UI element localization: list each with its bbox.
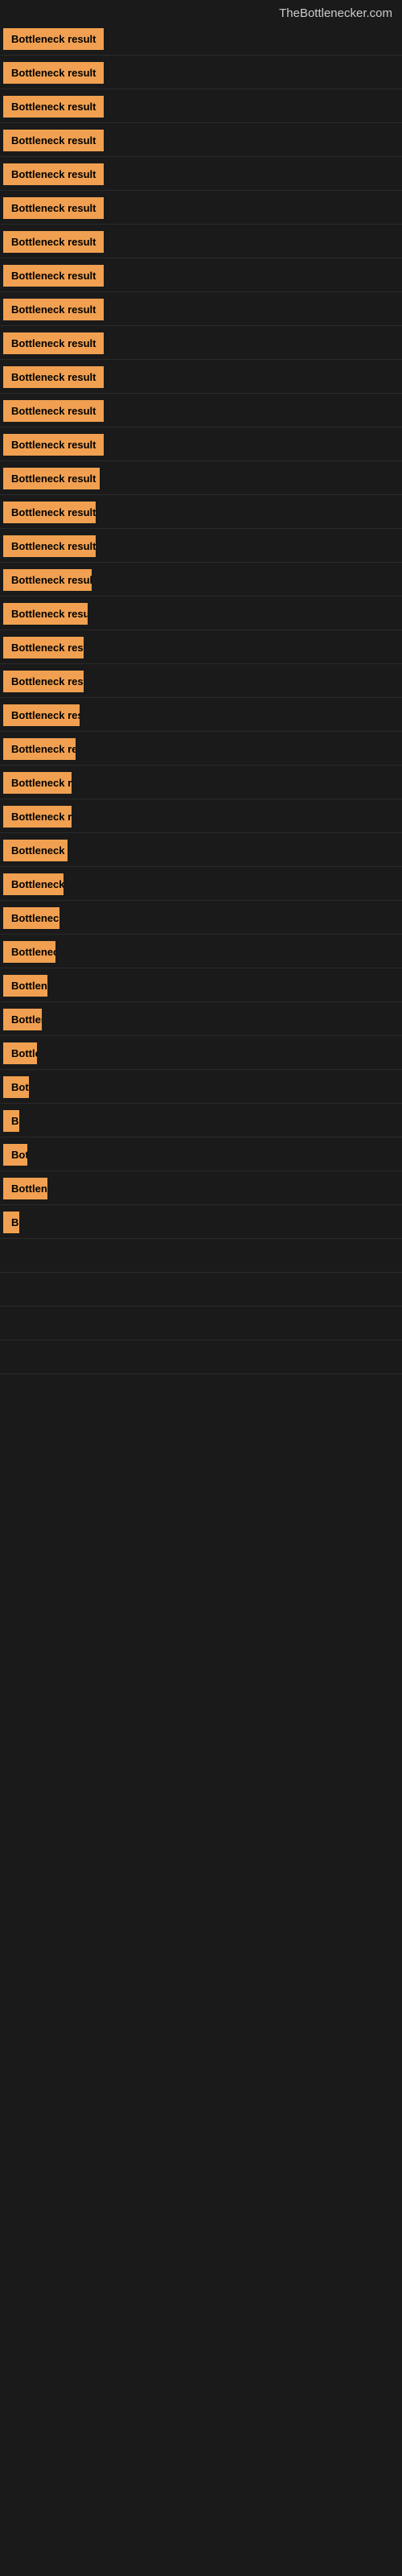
list-item: Bottleneck result: [0, 767, 402, 799]
bottleneck-result-badge[interactable]: Bottleneck result: [3, 840, 68, 861]
list-item: Bottleneck result: [0, 395, 402, 427]
list-item: Bottleneck result: [0, 1105, 402, 1137]
bottleneck-result-badge[interactable]: Bottleneck result: [3, 704, 80, 726]
bottleneck-result-badge[interactable]: Bottleneck result: [3, 637, 84, 658]
list-item: [0, 1308, 402, 1340]
list-item: Bottleneck result: [0, 733, 402, 766]
list-item: Bottleneck result: [0, 226, 402, 258]
list-item: Bottleneck result: [0, 159, 402, 191]
bottleneck-result-badge[interactable]: Bottleneck result: [3, 1042, 37, 1064]
list-item: Bottleneck result: [0, 125, 402, 157]
bottleneck-result-badge[interactable]: Bottleneck result: [3, 62, 104, 84]
bottleneck-result-badge[interactable]: Bottleneck result: [3, 231, 104, 253]
list-item: Bottleneck result: [0, 666, 402, 698]
bottleneck-result-badge[interactable]: Bottleneck result: [3, 163, 104, 185]
list-item: Bottleneck result: [0, 57, 402, 89]
list-item: Bottleneck result: [0, 632, 402, 664]
list-item: Bottleneck result: [0, 91, 402, 123]
list-item: Bottleneck result: [0, 869, 402, 901]
bottleneck-result-badge[interactable]: Bottleneck result: [3, 535, 96, 557]
bottleneck-result-badge[interactable]: Bottleneck result: [3, 941, 55, 963]
bottleneck-result-badge[interactable]: Bottleneck result: [3, 265, 104, 287]
bottleneck-result-badge[interactable]: Bottleneck result: [3, 1212, 19, 1233]
list-item: Bottleneck result: [0, 260, 402, 292]
bottleneck-result-badge[interactable]: Bottleneck result: [3, 975, 47, 997]
list-item: Bottleneck result: [0, 1071, 402, 1104]
list-item: Bottleneck result: [0, 1139, 402, 1171]
bottleneck-result-badge[interactable]: Bottleneck result: [3, 603, 88, 625]
list-item: Bottleneck result: [0, 801, 402, 833]
list-item: Bottleneck result: [0, 564, 402, 597]
list-item: [0, 1241, 402, 1273]
list-item: Bottleneck result: [0, 902, 402, 935]
bottleneck-result-badge[interactable]: Bottleneck result: [3, 1009, 42, 1030]
list-item: Bottleneck result: [0, 700, 402, 732]
list-item: [0, 1342, 402, 1374]
bottleneck-result-badge[interactable]: Bottleneck result: [3, 569, 92, 591]
bottleneck-result-badge[interactable]: Bottleneck result: [3, 366, 104, 388]
list-item: Bottleneck result: [0, 294, 402, 326]
bottleneck-result-badge[interactable]: Bottleneck result: [3, 400, 104, 422]
list-item: Bottleneck result: [0, 530, 402, 563]
bottleneck-result-badge[interactable]: Bottleneck result: [3, 434, 104, 456]
list-item: Bottleneck result: [0, 429, 402, 461]
list-item: Bottleneck result: [0, 1173, 402, 1205]
bottleneck-result-badge[interactable]: Bottleneck result: [3, 1144, 27, 1166]
list-item: Bottleneck result: [0, 1038, 402, 1070]
bottleneck-result-badge[interactable]: Bottleneck result: [3, 1076, 29, 1098]
list-item: Bottleneck result: [0, 463, 402, 495]
bottleneck-result-badge[interactable]: Bottleneck result: [3, 468, 100, 489]
list-item: Bottleneck result: [0, 361, 402, 394]
bottleneck-result-badge[interactable]: Bottleneck result: [3, 96, 104, 118]
bottleneck-result-badge[interactable]: Bottleneck result: [3, 806, 72, 828]
list-item: Bottleneck result: [0, 23, 402, 56]
bottleneck-result-badge[interactable]: Bottleneck result: [3, 1110, 19, 1132]
bottleneck-result-badge[interactable]: Bottleneck result: [3, 332, 104, 354]
bottleneck-result-badge[interactable]: Bottleneck result: [3, 28, 104, 50]
list-item: Bottleneck result: [0, 835, 402, 867]
bottleneck-result-badge[interactable]: Bottleneck result: [3, 197, 104, 219]
list-item: Bottleneck result: [0, 1004, 402, 1036]
list-item: [0, 1274, 402, 1307]
bottleneck-result-badge[interactable]: Bottleneck result: [3, 671, 84, 692]
list-item: Bottleneck result: [0, 936, 402, 968]
bottleneck-result-badge[interactable]: Bottleneck result: [3, 130, 104, 151]
bottleneck-result-badge[interactable]: Bottleneck result: [3, 299, 104, 320]
list-item: Bottleneck result: [0, 328, 402, 360]
bottleneck-result-badge[interactable]: Bottleneck result: [3, 907, 59, 929]
page-title: TheBottlenecker.com: [0, 0, 402, 23]
bottleneck-result-badge[interactable]: Bottleneck result: [3, 502, 96, 523]
list-item: Bottleneck result: [0, 192, 402, 225]
list-item: Bottleneck result: [0, 497, 402, 529]
list-item: Bottleneck result: [0, 598, 402, 630]
bottleneck-result-badge[interactable]: Bottleneck result: [3, 873, 64, 895]
bottleneck-result-badge[interactable]: Bottleneck result: [3, 738, 76, 760]
bottleneck-result-badge[interactable]: Bottleneck result: [3, 772, 72, 794]
bottleneck-result-badge[interactable]: Bottleneck result: [3, 1178, 47, 1199]
list-item: Bottleneck result: [0, 970, 402, 1002]
list-item: Bottleneck result: [0, 1207, 402, 1239]
